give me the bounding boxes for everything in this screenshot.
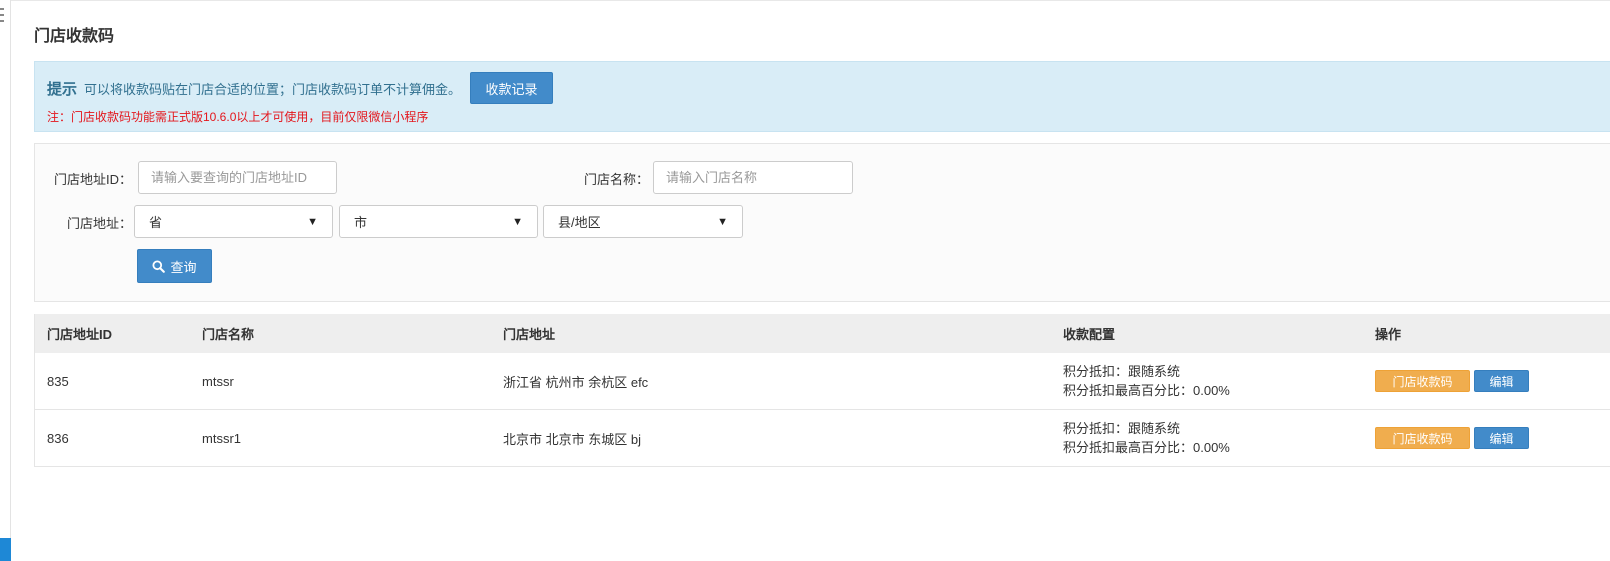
store-table: 门店地址ID 门店名称 门店地址 收款配置 操作 835 mtssr 浙江省 杭… <box>34 314 1610 467</box>
cell-payment-config: 积分抵扣：跟随系统 积分抵扣最高百分比：0.00% <box>1063 410 1230 466</box>
cell-store-name: mtssr <box>202 373 234 389</box>
cell-actions: 门店收款码 编辑 <box>1375 410 1529 466</box>
store-name-input[interactable] <box>653 161 853 194</box>
left-rail <box>0 0 11 561</box>
filter-panel: 门店地址ID： 门店名称： 门店地址： 省 ▼ 市 ▼ 县/地区 ▼ 查询 <box>34 143 1610 302</box>
store-qr-button[interactable]: 门店收款码 <box>1375 370 1470 392</box>
edit-button[interactable]: 编辑 <box>1474 427 1529 449</box>
config-max-percent: 积分抵扣最高百分比：0.00% <box>1063 440 1230 455</box>
header-actions: 操作 <box>1375 327 1402 342</box>
top-divider <box>11 0 1610 1</box>
table-header: 门店地址ID 门店名称 门店地址 收款配置 操作 <box>35 314 1610 353</box>
drag-handle-icon[interactable] <box>0 8 4 22</box>
province-value: 省 <box>149 215 163 230</box>
city-select[interactable]: 市 ▼ <box>339 205 538 238</box>
store-qr-button[interactable]: 门店收款码 <box>1375 427 1470 449</box>
cell-payment-config: 积分抵扣：跟随系统 积分抵扣最高百分比：0.00% <box>1063 353 1230 409</box>
alert-label: 提示 <box>47 80 78 98</box>
store-address-label: 门店地址： <box>67 216 133 231</box>
city-value: 市 <box>354 215 368 230</box>
district-select[interactable]: 县/地区 ▼ <box>543 205 743 238</box>
header-store-address: 门店地址 <box>503 327 556 342</box>
store-id-label: 门店地址ID： <box>54 172 133 187</box>
rail-accent <box>0 538 11 561</box>
payment-records-button[interactable]: 收款记录 <box>470 72 554 104</box>
cell-store-address: 北京市 北京市 东城区 bj <box>503 431 641 447</box>
config-deduction: 积分抵扣：跟随系统 <box>1063 421 1181 436</box>
alert-note: 注：门店收款码功能需正式版10.6.0以上才可使用，目前仅限微信小程序 <box>47 110 429 124</box>
search-button-label: 查询 <box>170 259 197 275</box>
alert-text: 可以将收款码贴在门店合适的位置；门店收款码订单不计算佣金。 <box>84 81 462 97</box>
cell-store-address: 浙江省 杭州市 余杭区 efc <box>503 374 649 390</box>
search-icon <box>152 259 166 273</box>
caret-down-icon: ▼ <box>717 215 728 228</box>
table-row: 836 mtssr1 北京市 北京市 东城区 bj 积分抵扣：跟随系统 积分抵扣… <box>35 410 1610 467</box>
header-payment-config: 收款配置 <box>1063 327 1116 342</box>
config-max-percent: 积分抵扣最高百分比：0.00% <box>1063 383 1230 398</box>
page-title: 门店收款码 <box>34 28 115 45</box>
header-store-name: 门店名称 <box>202 327 255 342</box>
search-button[interactable]: 查询 <box>137 249 212 283</box>
tip-alert: 提示 可以将收款码贴在门店合适的位置；门店收款码订单不计算佣金。 收款记录 注：… <box>34 61 1610 132</box>
cell-actions: 门店收款码 编辑 <box>1375 353 1529 409</box>
edit-button[interactable]: 编辑 <box>1474 370 1529 392</box>
store-name-label: 门店名称： <box>584 172 650 187</box>
cell-store-name: mtssr1 <box>202 430 241 446</box>
cell-store-id: 836 <box>47 430 69 446</box>
caret-down-icon: ▼ <box>307 215 318 228</box>
caret-down-icon: ▼ <box>512 215 523 228</box>
table-row: 835 mtssr 浙江省 杭州市 余杭区 efc 积分抵扣：跟随系统 积分抵扣… <box>35 353 1610 410</box>
store-id-input[interactable] <box>138 161 337 194</box>
cell-store-id: 835 <box>47 373 69 389</box>
config-deduction: 积分抵扣：跟随系统 <box>1063 364 1181 379</box>
province-select[interactable]: 省 ▼ <box>134 205 333 238</box>
district-value: 县/地区 <box>558 215 601 230</box>
header-store-id: 门店地址ID <box>47 327 113 342</box>
